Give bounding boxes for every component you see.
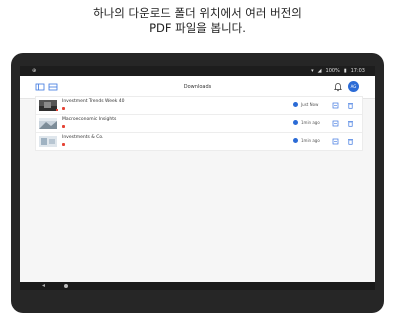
- delete-icon[interactable]: [347, 102, 354, 109]
- status-text: Just Now: [301, 102, 319, 107]
- file-thumbnail: [39, 136, 57, 147]
- status-left-icon: ⊕: [32, 68, 37, 74]
- caption-line-1: 하나의 다운로드 폴더 위치에서 여러 버전의: [93, 6, 302, 20]
- pdf-icon: [62, 125, 65, 128]
- battery-icon: ▮: [343, 68, 347, 74]
- promo-caption: 하나의 다운로드 폴더 위치에서 여러 버전의 PDF 파일을 봅니다.: [0, 6, 395, 36]
- wifi-icon: ▾: [311, 68, 314, 74]
- pdf-icon: [62, 143, 65, 146]
- status-text: 1min ago: [301, 120, 320, 125]
- page-title: Downloads: [183, 84, 212, 90]
- open-file-icon[interactable]: [332, 138, 339, 145]
- avatar[interactable]: AG: [348, 81, 359, 92]
- file-name: Macroeconomic Insights: [62, 117, 117, 122]
- file-thumbnail: [39, 100, 57, 111]
- status-badge: Just Now: [293, 102, 318, 107]
- signal-icon: ◢: [317, 68, 322, 74]
- file-row[interactable]: Investment Trends Week 40 Just Now: [36, 97, 362, 115]
- battery-level: 100%: [325, 68, 340, 74]
- status-text: 1min ago: [301, 138, 320, 143]
- app-screen: ⊕ ▾ ◢ 100% ▮ 17:03 Downloads AG Investme…: [20, 66, 375, 290]
- status-badge: 1min ago: [293, 138, 320, 143]
- file-thumbnail: [39, 118, 57, 129]
- file-row[interactable]: Macroeconomic Insights 1min ago: [36, 115, 362, 133]
- notifications-icon[interactable]: [333, 82, 343, 92]
- pdf-icon: [62, 107, 65, 110]
- file-name: Investments & Co.: [62, 135, 104, 140]
- system-nav-bar: ◂: [20, 282, 375, 290]
- file-row[interactable]: Investments & Co. 1min ago: [36, 133, 362, 150]
- open-file-icon[interactable]: [332, 120, 339, 127]
- delete-icon[interactable]: [347, 138, 354, 145]
- avatar-initials: AG: [350, 84, 357, 89]
- back-icon[interactable]: ◂: [42, 283, 45, 289]
- home-icon[interactable]: [64, 284, 68, 288]
- status-badge: 1min ago: [293, 120, 320, 125]
- status-dot-icon: [293, 120, 298, 125]
- status-dot-icon: [293, 102, 298, 107]
- file-name: Investment Trends Week 40: [62, 99, 125, 104]
- open-file-icon[interactable]: [332, 102, 339, 109]
- status-dot-icon: [293, 138, 298, 143]
- thumbnail-pdf-badge: [56, 109, 58, 111]
- delete-icon[interactable]: [347, 120, 354, 127]
- caption-line-2: PDF 파일을 봅니다.: [149, 21, 246, 35]
- clock: 17:03: [350, 68, 365, 74]
- file-list: Investment Trends Week 40 Just Now Macro: [35, 96, 363, 151]
- status-bar: ⊕ ▾ ◢ 100% ▮ 17:03: [20, 66, 375, 76]
